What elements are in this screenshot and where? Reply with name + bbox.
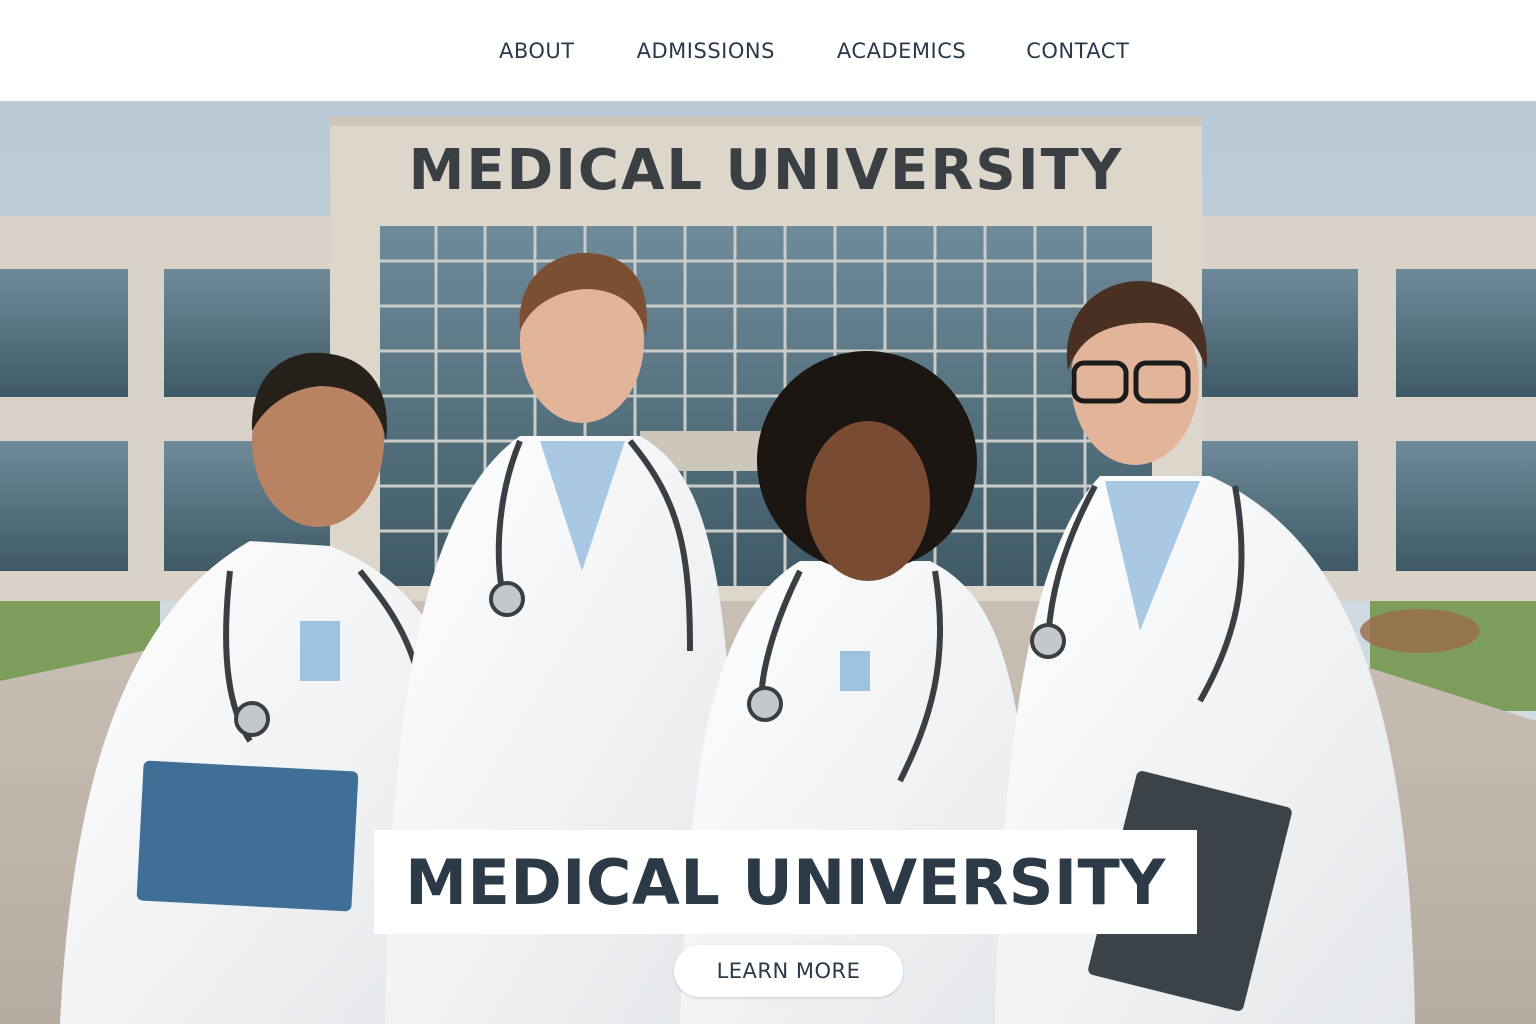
top-navigation-bar: ABOUT ADMISSIONS ACADEMICS CONTACT	[0, 0, 1536, 101]
hero-section: MEDICAL UNIVERSITY MEDICAL UNIVERSITY LE…	[0, 101, 1536, 1024]
nav-link-admissions[interactable]: ADMISSIONS	[637, 36, 775, 66]
nav-link-contact[interactable]: CONTACT	[1026, 36, 1129, 66]
learn-more-button[interactable]: LEARN MORE	[674, 945, 903, 997]
nav-link-about[interactable]: ABOUT	[499, 36, 575, 66]
nav-link-academics[interactable]: ACADEMICS	[837, 36, 966, 66]
hero-title-box: MEDICAL UNIVERSITY	[374, 830, 1197, 934]
main-nav: ABOUT ADMISSIONS ACADEMICS CONTACT	[499, 36, 1129, 66]
building-sign: MEDICAL UNIVERSITY	[409, 138, 1124, 203]
hero-title: MEDICAL UNIVERSITY	[405, 845, 1166, 919]
